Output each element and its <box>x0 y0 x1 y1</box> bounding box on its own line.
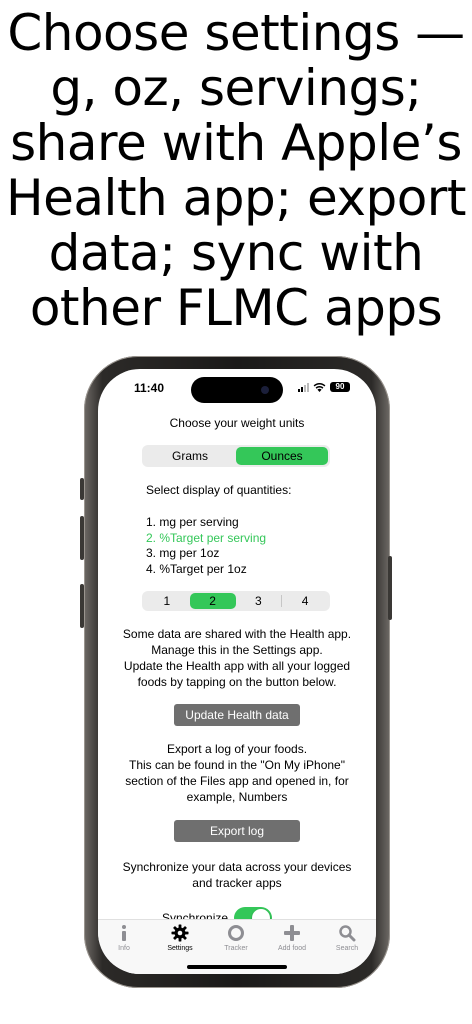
headline-line: share with Apple’s <box>10 114 462 172</box>
update-health-data-button[interactable]: Update Health data <box>174 704 300 726</box>
volume-down-button <box>80 584 84 628</box>
tab-label: Search <box>335 945 359 952</box>
status-icons: 90 <box>298 382 350 392</box>
weight-units-title: Choose your weight units <box>169 416 305 430</box>
export-log-button[interactable]: Export log <box>174 820 300 842</box>
health-line: foods by tapping on the button below. <box>137 675 337 689</box>
tab-label: Tracker <box>224 945 248 952</box>
tab-info[interactable]: Info <box>99 924 149 952</box>
tab-label: Add food <box>277 945 307 952</box>
segment-grams[interactable]: Grams <box>144 447 236 465</box>
health-line: Some data are shared with the Health app… <box>122 627 352 641</box>
health-description: Some data are shared with the Health app… <box>98 626 376 690</box>
sync-line: Synchronize your data across your device… <box>122 860 352 874</box>
status-bar: 11:40 90 <box>98 369 376 409</box>
segment-4[interactable]: 4 <box>282 593 328 609</box>
list-item-selected: 2. %Target per serving <box>146 530 267 545</box>
headline-line: Choose settings — <box>7 4 465 62</box>
tab-label: Info <box>118 945 130 952</box>
status-time: 11:40 <box>134 381 165 395</box>
headline-line: data; sync with <box>48 224 424 282</box>
segment-1[interactable]: 1 <box>144 593 190 609</box>
health-line: Manage this in the Settings app. <box>151 643 323 657</box>
list-item: 4. %Target per 1oz <box>146 561 247 576</box>
export-line: section of the Files app and opened in, … <box>125 774 349 788</box>
sync-line: and tracker apps <box>192 876 282 890</box>
segment-ounces[interactable]: Ounces <box>236 447 328 465</box>
headline-line: Health app; export <box>6 169 466 227</box>
action-button <box>80 478 84 500</box>
phone-screen: 11:40 90 Choose your weight units Grams … <box>98 369 376 974</box>
signal-icon <box>298 382 309 392</box>
export-line: This can be found in the "On My iPhone" <box>129 758 345 772</box>
tab-tracker[interactable]: Tracker <box>211 924 261 952</box>
health-line: Update the Health app with all your logg… <box>123 659 351 673</box>
circle-icon <box>228 925 244 941</box>
search-icon <box>339 925 356 942</box>
weight-units-segmented-control[interactable]: Grams Ounces <box>142 445 330 467</box>
export-line: Export a log of your foods. <box>166 742 308 756</box>
export-line: example, Numbers <box>186 790 288 804</box>
plus-icon <box>284 925 300 941</box>
list-item: 3. mg per 1oz <box>146 546 220 560</box>
tab-label: Settings <box>167 945 193 952</box>
tab-settings[interactable]: Settings <box>155 924 205 952</box>
quantities-list: 1. mg per serving 2. %Target per serving… <box>146 515 266 577</box>
headline-line: other FLMC apps <box>29 279 443 337</box>
wifi-icon <box>313 383 326 392</box>
home-indicator <box>187 965 287 969</box>
quantities-segmented-control[interactable]: 1 2 3 4 <box>142 591 330 611</box>
export-description: Export a log of your foods. This can be … <box>98 741 376 805</box>
promo-headline: Choose settings — g, oz, servings; share… <box>0 6 472 336</box>
side-button <box>388 556 392 620</box>
camera-icon <box>261 386 269 394</box>
headline-line: g, oz, servings; <box>50 59 422 117</box>
volume-up-button <box>80 516 84 560</box>
list-item: 1. mg per serving <box>146 515 239 529</box>
battery-icon: 90 <box>330 382 350 392</box>
quantities-title: Select display of quantities: <box>146 483 292 497</box>
segment-2[interactable]: 2 <box>189 593 236 609</box>
info-icon <box>122 925 126 941</box>
tab-search[interactable]: Search <box>322 924 372 952</box>
sync-description: Synchronize your data across your device… <box>98 859 376 891</box>
segment-3[interactable]: 3 <box>236 593 282 609</box>
tab-add-food[interactable]: Add food <box>267 924 317 952</box>
dynamic-island <box>191 377 283 403</box>
gear-icon <box>171 924 189 942</box>
